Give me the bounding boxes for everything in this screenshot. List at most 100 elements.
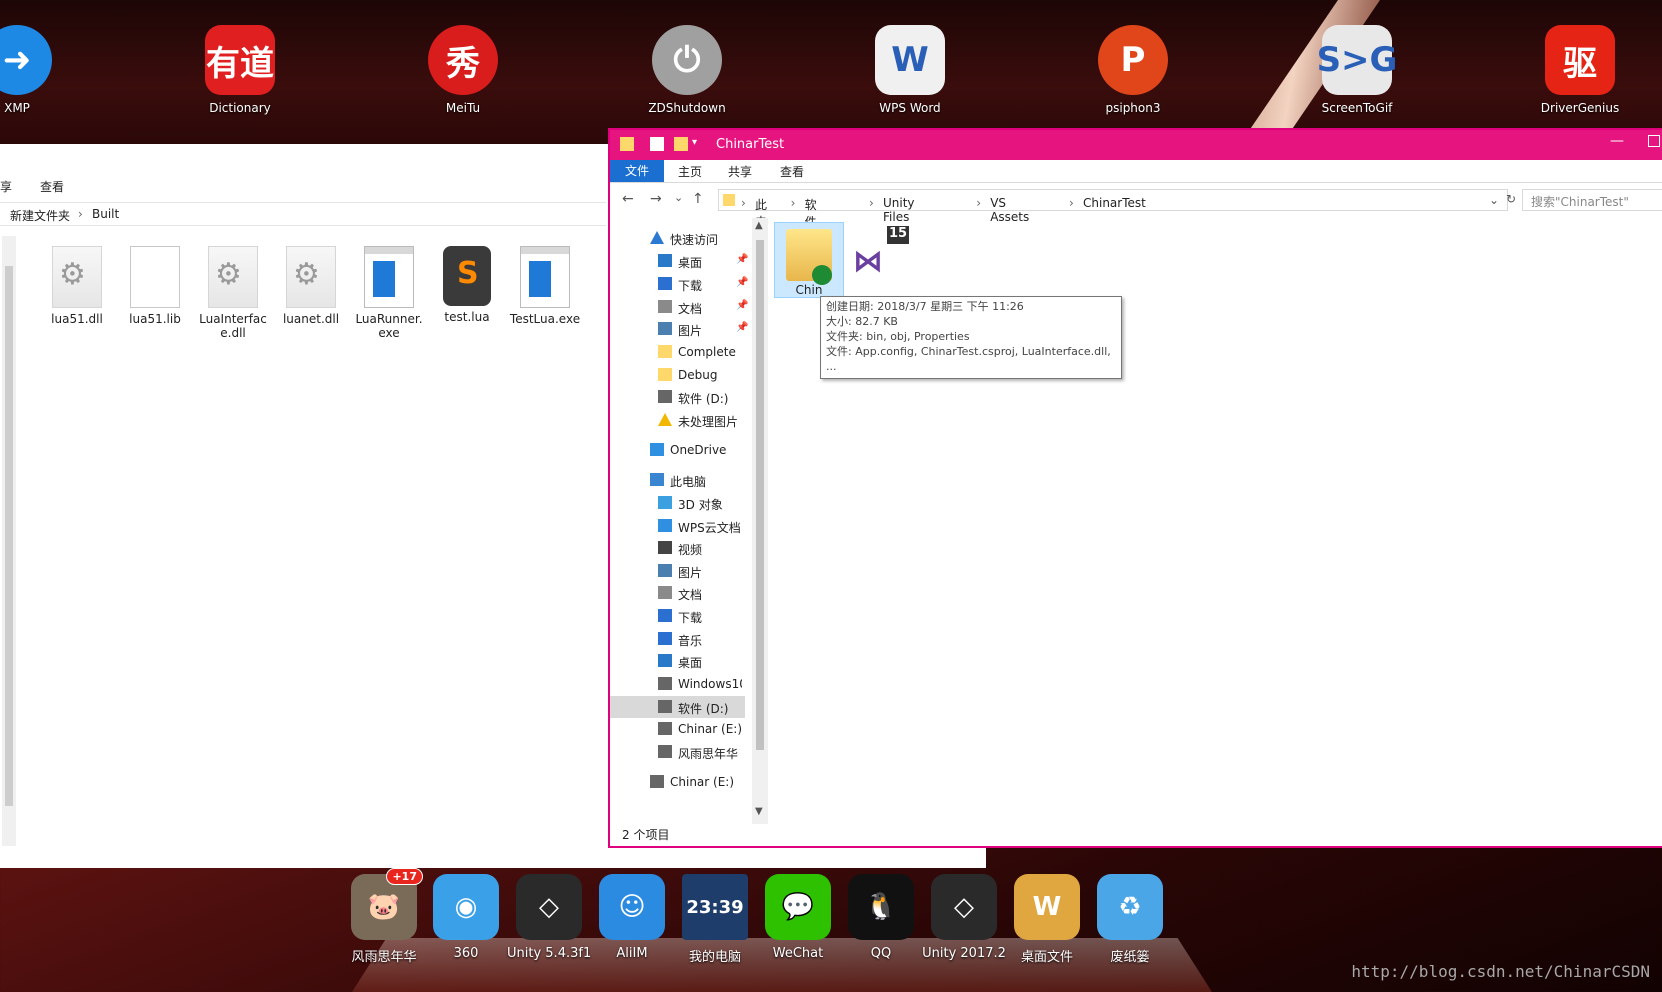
address-segment[interactable]: Unity Files [883, 196, 915, 224]
version-badge: 15 [887, 226, 909, 244]
tab-view[interactable]: 查看 [40, 178, 64, 195]
up-button[interactable]: ↑ [692, 191, 704, 207]
nav-item-item[interactable]: 此电脑 [610, 469, 745, 491]
address-segment[interactable]: VS Assets [990, 196, 1029, 224]
desktop-icon-label: DriverGenius [1540, 101, 1620, 115]
file-item[interactable]: lua51.dll [40, 246, 114, 326]
wps-word-icon: W [875, 25, 945, 95]
tab-share[interactable]: 享 [0, 178, 12, 195]
nav-item-d[interactable]: 软件 (D:) [610, 696, 745, 718]
scroll-up-icon[interactable]: ▲ [755, 220, 763, 231]
dock-glyph: 23:39 [686, 896, 744, 918]
nav-item-chinar-e[interactable]: Chinar (E:) [610, 718, 745, 740]
file-item[interactable]: LuaRunner.exe [352, 246, 426, 340]
desktop-icon-screentogif[interactable]: S>G ScreenToGif [1302, 25, 1412, 115]
dock-item-360[interactable]: ◉ 360 [424, 874, 508, 961]
desktop-icon-drivergenius[interactable]: 驱 DriverGenius [1525, 25, 1635, 115]
file-item[interactable]: TestLua.exe [508, 246, 582, 326]
nav-item-item[interactable]: 桌面 📌 [610, 250, 748, 272]
maximize-button[interactable] [1648, 135, 1660, 147]
tab-file[interactable]: 文件 [610, 160, 664, 182]
refresh-button[interactable]: ↻ [1506, 192, 1516, 206]
nav-item-debug[interactable]: Debug [610, 364, 745, 386]
title-bar[interactable]: ▾ ChinarTest — [610, 130, 1662, 160]
new-folder-icon[interactable] [674, 137, 688, 151]
desktop-icon-wps-word[interactable]: W WPS Word [855, 25, 965, 115]
tab-share[interactable]: 共享 [728, 163, 752, 180]
scroll-down-icon[interactable]: ▼ [755, 806, 763, 817]
properties-icon[interactable] [650, 137, 664, 151]
file-item[interactable]: luanet.dll [274, 246, 348, 326]
cloud-icon [658, 519, 672, 532]
tab-view[interactable]: 查看 [780, 163, 804, 180]
nav-item-item[interactable]: 风雨思年华 ( [610, 741, 745, 763]
file-item[interactable]: test.lua [430, 246, 504, 324]
nav-item-item[interactable]: 图片 📌 [610, 318, 748, 340]
search-box[interactable]: 搜索"ChinarTest" [1522, 189, 1662, 211]
nav-item-windows10[interactable]: Windows10 ( [610, 673, 745, 695]
nav-item-wps[interactable]: WPS云文档 [610, 515, 745, 537]
status-bar: 2 个项目 [622, 828, 670, 842]
desktop-icon-label: ZDShutdown [648, 101, 726, 115]
scroll-thumb[interactable] [756, 240, 764, 750]
minimize-button[interactable]: — [1610, 133, 1624, 149]
nav-item-item[interactable]: 图片 [610, 560, 745, 582]
nav-item-item[interactable]: 文档 📌 [610, 296, 748, 318]
tooltip-files: 文件: App.config, ChinarTest.csproj, LuaIn… [826, 345, 1111, 373]
nav-item-item[interactable]: 桌面 [610, 650, 745, 672]
nav-item-item[interactable]: 音乐 [610, 628, 745, 650]
vs-solution-item[interactable]: ⋈ 15 [846, 222, 916, 284]
tab-home[interactable]: 主页 [678, 163, 702, 180]
dock-item-wechat[interactable]: 💬 WeChat [756, 874, 840, 961]
forward-button[interactable]: → [650, 191, 662, 207]
dock-item-item[interactable]: ♻ 废纸篓 [1088, 874, 1172, 965]
nav-item-item[interactable]: 未处理图片 [610, 409, 745, 431]
nav-item-onedrive[interactable]: OneDrive [610, 439, 745, 461]
nav-item-chinar-e[interactable]: Chinar (E:) [610, 771, 745, 793]
chevron-down-icon[interactable]: ▾ [692, 137, 697, 148]
address-separator[interactable]: › [976, 196, 981, 210]
nav-item-item[interactable]: 下载 [610, 605, 745, 627]
address-separator[interactable]: › [741, 196, 746, 210]
file-item[interactable]: LuaInterface.dll [196, 246, 270, 340]
address-separator[interactable]: › [869, 196, 874, 210]
back-button[interactable]: ← [622, 191, 634, 207]
dock-item-aliim[interactable]: ☺ AliIM [590, 874, 674, 961]
dock-item-item[interactable]: W 桌面文件 [1005, 874, 1089, 965]
nav-item-label: 下载 [678, 279, 703, 293]
breadcrumb-parent[interactable]: 新建文件夹 [10, 207, 70, 224]
address-segment[interactable]: ChinarTest [1083, 196, 1146, 210]
nav-item-3d[interactable]: 3D 对象 [610, 492, 745, 514]
dock-item-item[interactable]: 23:39 我的电脑 [673, 874, 757, 965]
address-bar[interactable]: ›此电脑›软件 (D:)›Unity Files›VS Assets›China… [718, 189, 1508, 246]
left-scrollbar[interactable] [2, 236, 16, 846]
file-name: LuaInterface.dll [199, 312, 267, 340]
navigation-scrollbar[interactable]: ▲ ▼ [752, 218, 768, 824]
scroll-thumb[interactable] [5, 266, 13, 806]
nav-item-d[interactable]: 软件 (D:) [610, 386, 745, 408]
item-icon: 23:39 [682, 874, 748, 940]
dock-item-unity-2017-2[interactable]: ◇ Unity 2017.2 [922, 874, 1006, 961]
nav-item-complete[interactable]: Complete [610, 341, 745, 363]
dock-item-unity-5-4-3f1[interactable]: ◇ Unity 5.4.3f1 [507, 874, 591, 961]
recent-locations-button[interactable]: ⌄ [674, 191, 683, 204]
dock-item-qq[interactable]: 🐧 QQ [839, 874, 923, 961]
address-separator[interactable]: › [1069, 196, 1074, 210]
nav-item-item[interactable]: 快速访问 [610, 227, 745, 249]
desktop-icon-xmp[interactable]: ➜ XMP [0, 25, 72, 115]
file-item[interactable]: lua51.lib [118, 246, 192, 326]
left-breadcrumb[interactable]: 新建文件夹 › Built [0, 202, 606, 226]
desktop-icon-dictionary[interactable]: 有道 Dictionary [185, 25, 295, 115]
nav-item-item[interactable]: 视频 [610, 537, 745, 559]
address-dropdown-button[interactable]: ⌄ [1489, 193, 1499, 207]
desktop-icon-psiphon3[interactable]: Ppsiphon3 [1078, 25, 1188, 115]
dock-item-item[interactable]: 🐷 +17 风雨思年华 [342, 868, 426, 965]
nav-item-label: 视频 [678, 543, 703, 557]
nav-item-item[interactable]: 下载 📌 [610, 273, 748, 295]
desktop-icon-zdshutdown[interactable]: ⏻ ZDShutdown [632, 25, 742, 115]
desktop-icon-meitu[interactable]: 秀 MeiTu [408, 25, 518, 115]
breadcrumb-current[interactable]: Built [92, 207, 119, 221]
folder-item[interactable]: Chin [774, 222, 844, 298]
address-separator[interactable]: › [791, 196, 796, 210]
nav-item-item[interactable]: 文档 [610, 582, 745, 604]
